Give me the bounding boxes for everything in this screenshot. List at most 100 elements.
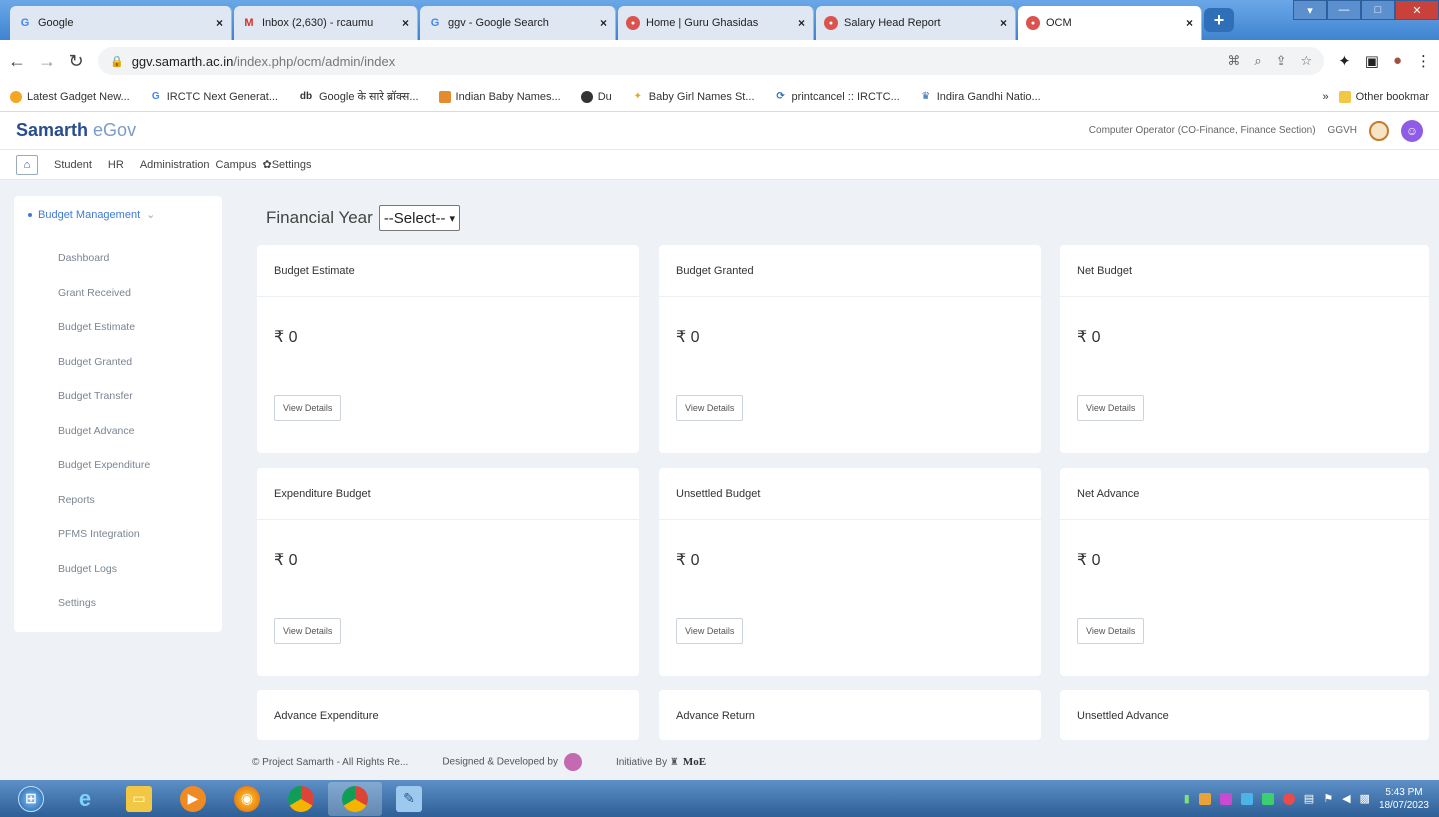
- tab-gmail[interactable]: M Inbox (2,630) - rcaumu ×: [234, 6, 418, 40]
- taskbar-clock[interactable]: 5:43 PM 18/07/2023: [1379, 786, 1429, 812]
- bookmark[interactable]: G IRCTC Next Generat...: [150, 91, 278, 103]
- star-icon[interactable]: ☆: [1301, 53, 1313, 69]
- tray-app-icon[interactable]: [1261, 792, 1274, 805]
- tab-ocm[interactable]: ● OCM ×: [1018, 6, 1202, 40]
- url-input[interactable]: 🔒 ggv.samarth.ac.in/index.php/ocm/admin/…: [98, 47, 1325, 75]
- sidebar-item-pfms-integration[interactable]: PFMS Integration: [14, 517, 222, 552]
- bookmark[interactable]: ⟳ printcancel :: IRCTC...: [775, 91, 899, 103]
- taskbar-firefox[interactable]: ◉: [220, 782, 274, 816]
- developer-logo[interactable]: [563, 753, 582, 771]
- card-value: ₹ 0: [274, 552, 298, 569]
- star-icon: ✦: [633, 90, 642, 102]
- view-details-button[interactable]: View Details: [1077, 618, 1145, 644]
- view-details-button[interactable]: View Details: [1077, 395, 1145, 421]
- zoom-icon[interactable]: ⌕: [1254, 53, 1261, 69]
- tab-guru-ghasidas[interactable]: ● Home | Guru Ghasidas ×: [618, 6, 814, 40]
- more-bookmarks-button[interactable]: »: [1323, 91, 1329, 103]
- signal-icon[interactable]: ▮: [1184, 792, 1190, 805]
- menu-icon[interactable]: ⋮: [1416, 52, 1431, 70]
- tray-app-icon[interactable]: [1240, 792, 1253, 805]
- sidebar-item-budget-advance[interactable]: Budget Advance: [14, 414, 222, 449]
- card-value: ₹ 0: [676, 329, 700, 346]
- paint-icon: ✎: [396, 785, 422, 812]
- tab-google[interactable]: G Google ×: [10, 6, 232, 40]
- home-button[interactable]: ⌂: [16, 154, 38, 175]
- close-icon[interactable]: ×: [798, 16, 805, 30]
- tray-app-icon[interactable]: [1219, 792, 1232, 805]
- nav-hr[interactable]: HR: [108, 159, 124, 171]
- sidebar-item-budget-transfer[interactable]: Budget Transfer: [14, 379, 222, 414]
- profile-icon[interactable]: ●: [1393, 52, 1402, 70]
- bookmark[interactable]: Indian Baby Names...: [438, 90, 561, 103]
- start-button[interactable]: ⊞: [4, 782, 58, 816]
- windows-icon: ⊞: [18, 785, 44, 812]
- financial-year-select[interactable]: --Select-- ▾: [378, 205, 461, 231]
- taskbar-chrome[interactable]: [274, 782, 328, 816]
- sidebar-item-budget-granted[interactable]: Budget Granted: [14, 345, 222, 380]
- extensions-icon[interactable]: ✦: [1338, 52, 1351, 70]
- designed-by: Designed & Developed by: [442, 753, 582, 771]
- view-details-button[interactable]: View Details: [676, 395, 744, 421]
- sidebar-item-grant-received[interactable]: Grant Received: [14, 276, 222, 311]
- view-details-button[interactable]: View Details: [274, 618, 342, 644]
- reload-icon[interactable]: ↻: [68, 51, 84, 72]
- sidebar-item-settings[interactable]: Settings: [14, 586, 222, 621]
- flag-icon[interactable]: ⚑: [1323, 792, 1333, 805]
- nav-settings[interactable]: ✿Settings: [262, 158, 311, 171]
- user-avatar[interactable]: ☺: [1401, 119, 1423, 142]
- nav-student[interactable]: Student: [54, 159, 92, 171]
- forward-icon[interactable]: →: [38, 51, 56, 72]
- close-icon[interactable]: ×: [402, 16, 409, 30]
- share-icon[interactable]: ⇪: [1276, 53, 1287, 69]
- back-icon[interactable]: ←: [8, 51, 26, 72]
- volume-icon[interactable]: ◀: [1342, 792, 1350, 805]
- maximize-button[interactable]: □: [1361, 0, 1395, 20]
- user-role: Computer Operator (CO-Finance, Finance S…: [1088, 125, 1316, 136]
- close-window-button[interactable]: ✕: [1395, 0, 1439, 20]
- taskbar-explorer[interactable]: ▭: [112, 782, 166, 816]
- tray-app-icon[interactable]: [1198, 792, 1211, 805]
- view-details-button[interactable]: View Details: [274, 395, 342, 421]
- university-code: GGVH: [1327, 125, 1357, 136]
- bookmark[interactable]: ✦ Baby Girl Names St...: [632, 91, 755, 103]
- taskbar-ie[interactable]: e: [58, 782, 112, 816]
- tray-app-icon[interactable]: [1282, 792, 1295, 805]
- minimize-button[interactable]: —: [1327, 0, 1361, 20]
- taskbar-chrome-active[interactable]: [328, 781, 382, 816]
- tab-title: Google: [38, 17, 74, 29]
- close-icon[interactable]: ×: [600, 16, 607, 30]
- sidebar-item-dashboard[interactable]: Dashboard: [14, 241, 222, 276]
- sidepanel-icon[interactable]: ▣: [1365, 52, 1379, 70]
- view-details-button[interactable]: View Details: [676, 618, 744, 644]
- other-bookmarks[interactable]: Other bookmar: [1338, 90, 1429, 103]
- sidebar-item-budget-estimate[interactable]: Budget Estimate: [14, 310, 222, 345]
- bookmark[interactable]: db Google के सारे ब्रॉक्स...: [298, 89, 419, 104]
- taskbar-media-player[interactable]: ▶: [166, 782, 220, 816]
- new-tab-button[interactable]: +: [1204, 8, 1234, 32]
- bookmark[interactable]: Du: [580, 90, 612, 103]
- sidebar-item-budget-expenditure[interactable]: Budget Expenditure: [14, 448, 222, 483]
- sidebar-header-budget-management[interactable]: Budget Management ⌄: [14, 208, 222, 241]
- action-center-icon[interactable]: ▩: [1360, 792, 1370, 805]
- network-icon[interactable]: ▤: [1304, 792, 1314, 805]
- close-icon[interactable]: ×: [1000, 16, 1007, 30]
- sidebar-item-budget-logs[interactable]: Budget Logs: [14, 552, 222, 587]
- tab-google-search[interactable]: G ggv - Google Search ×: [420, 6, 616, 40]
- taskbar-paint[interactable]: ✎: [382, 782, 436, 816]
- bookmark[interactable]: Latest Gadget New...: [10, 90, 130, 103]
- tab-title: Salary Head Report: [844, 17, 941, 29]
- nav-administration[interactable]: Administration: [140, 159, 210, 171]
- translate-icon[interactable]: ⌘: [1227, 53, 1240, 69]
- window-controls: ▾ — □ ✕: [1293, 0, 1439, 22]
- chrome-icon: [342, 785, 368, 812]
- close-icon[interactable]: ×: [1186, 16, 1193, 30]
- bookmark[interactable]: ♛ Indira Gandhi Natio...: [920, 91, 1040, 103]
- nav-campus[interactable]: Campus: [216, 159, 257, 171]
- close-icon[interactable]: ×: [216, 16, 223, 30]
- site-icon: ●: [1026, 16, 1040, 30]
- sidebar-item-reports[interactable]: Reports: [14, 483, 222, 518]
- chevron-down-icon[interactable]: ▾: [1293, 0, 1327, 20]
- sidebar: Budget Management ⌄ Dashboard Grant Rece…: [14, 196, 222, 632]
- tab-salary-report[interactable]: ● Salary Head Report ×: [816, 6, 1016, 40]
- brand-logo[interactable]: Samarth eGov: [16, 120, 136, 141]
